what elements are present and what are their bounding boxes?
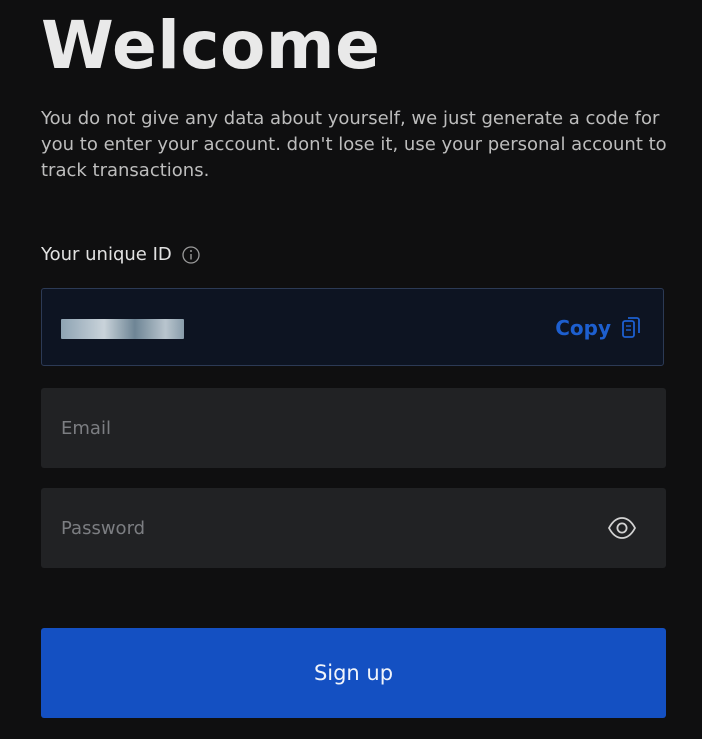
copy-button[interactable]: Copy [555, 314, 641, 342]
copy-label: Copy [555, 316, 611, 340]
sign-up-button[interactable]: Sign up [41, 628, 666, 718]
unique-id-field: Copy [41, 288, 664, 366]
clipboard-icon [621, 316, 641, 340]
password-field-wrapper [41, 488, 666, 568]
unique-id-value-redacted [61, 319, 184, 339]
email-field-wrapper [41, 388, 666, 468]
email-input[interactable] [41, 388, 666, 468]
password-input[interactable] [41, 488, 666, 568]
unique-id-label-row: Your unique ID [41, 243, 200, 267]
eye-icon[interactable] [607, 515, 637, 541]
info-icon[interactable] [182, 246, 200, 264]
page-subtitle: You do not give any data about yourself,… [41, 108, 667, 181]
unique-id-label: Your unique ID [41, 244, 172, 265]
page-title: Welcome [41, 7, 381, 84]
